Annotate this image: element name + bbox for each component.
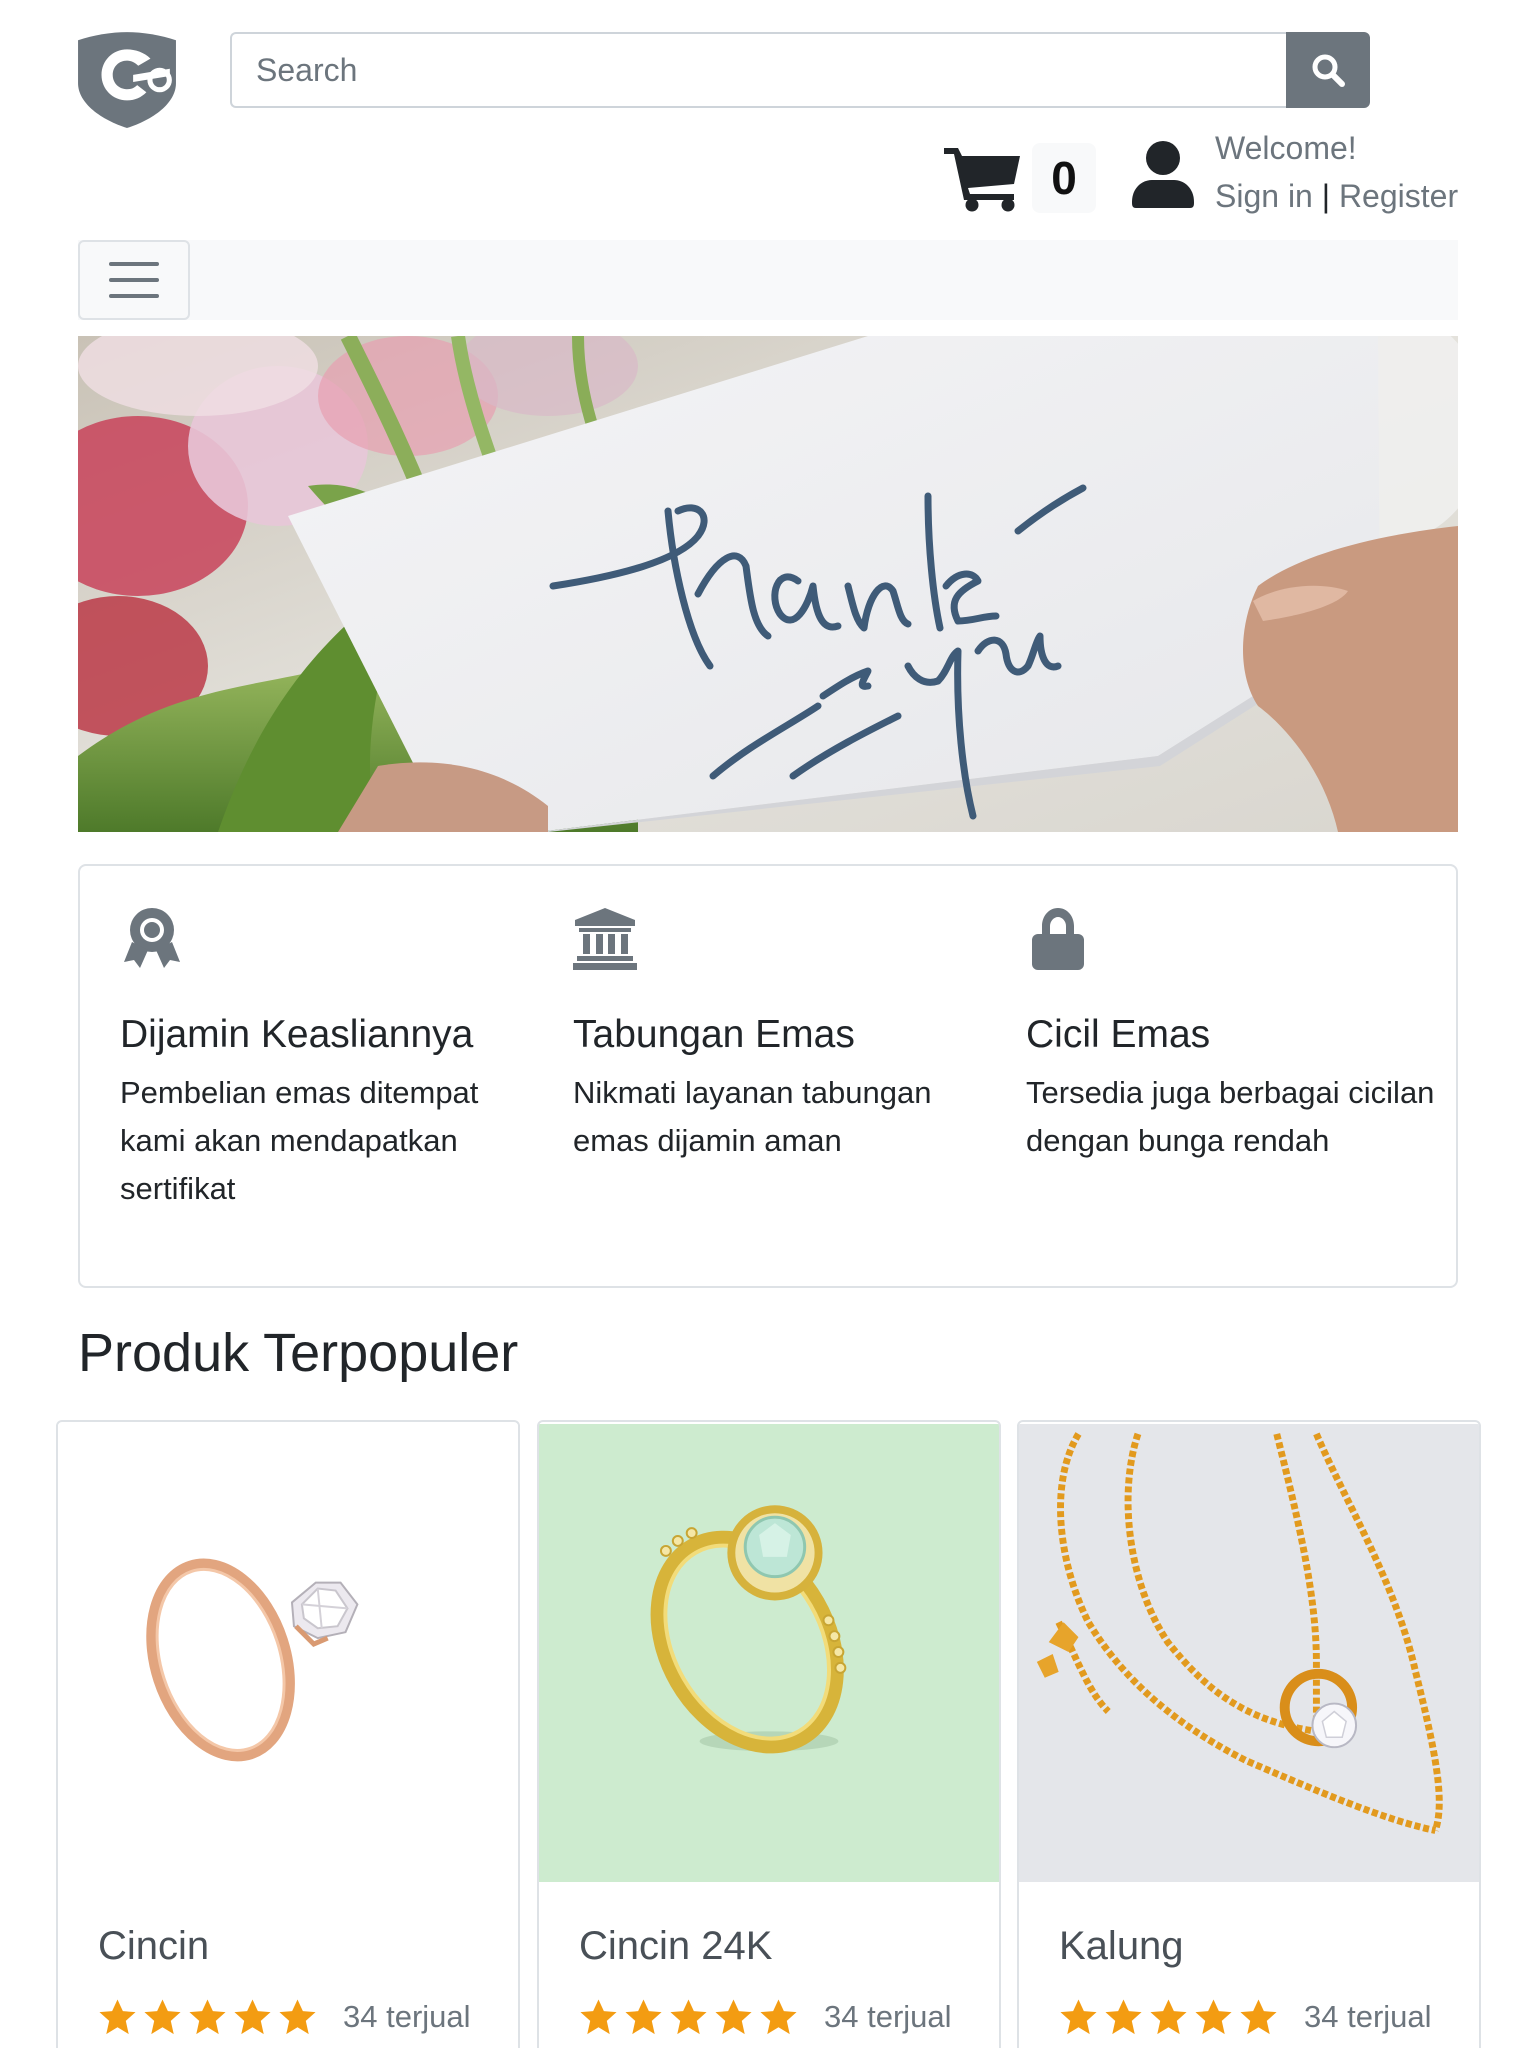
star-icon <box>99 1999 136 2035</box>
navbar <box>78 240 1458 320</box>
product-image-ring-24k <box>539 1423 999 1883</box>
search-bar <box>230 32 1370 108</box>
rating-stars <box>579 1998 798 2036</box>
star-icon <box>279 1999 316 2035</box>
section-title: Produk Terpopuler <box>78 1323 519 1383</box>
rating-stars <box>1059 1998 1278 2036</box>
hero-banner-image <box>78 336 1458 832</box>
feature-installment: Cicil Emas Tersedia juga berbagai cicila… <box>1026 906 1446 1165</box>
star-icon <box>234 1999 271 2035</box>
star-icon <box>625 1999 662 2035</box>
auth-separator: | <box>1321 178 1331 214</box>
search-icon <box>1312 54 1345 87</box>
product-card[interactable]: Cincin 34 terjual <box>56 1420 520 2048</box>
star-icon <box>670 1999 707 2035</box>
auth-links: Sign in | Register <box>1215 178 1458 215</box>
cart-button[interactable]: 0 <box>944 136 1096 220</box>
sold-count: 34 terjual <box>343 1999 471 2034</box>
search-button[interactable] <box>1286 32 1370 108</box>
bank-icon <box>573 908 637 970</box>
product-meta: 34 terjual <box>98 1998 471 2036</box>
product-name: Kalung <box>1059 1924 1184 1968</box>
star-icon <box>760 1999 797 2035</box>
menu-toggle-button[interactable] <box>78 240 190 320</box>
feature-text: Nikmati layanan tabungan emas dijamin am… <box>573 1075 932 1158</box>
star-icon <box>580 1999 617 2035</box>
star-icon <box>1150 1999 1187 2035</box>
feature-authenticity: Dijamin Keasliannya Pembelian emas ditem… <box>120 906 540 1213</box>
product-card[interactable]: Cincin 24K 34 terjual <box>537 1420 1001 2048</box>
product-card[interactable]: Kalung 34 terjual <box>1017 1420 1481 2048</box>
product-meta: 34 terjual <box>579 1998 952 2036</box>
user-icon <box>1132 141 1194 208</box>
star-icon <box>1195 1999 1232 2035</box>
award-icon <box>124 908 180 968</box>
star-icon <box>144 1999 181 2035</box>
feature-title: Dijamin Keasliannya <box>120 1013 474 1056</box>
product-name: Cincin <box>98 1924 210 1968</box>
feature-text: Pembelian emas ditempat kami akan mendap… <box>120 1075 479 1206</box>
search-input[interactable] <box>230 32 1286 108</box>
product-image-ring <box>58 1423 518 1883</box>
product-meta: 34 terjual <box>1059 1998 1432 2036</box>
cart-count-badge: 0 <box>1032 143 1096 213</box>
hamburger-icon-line <box>109 278 159 282</box>
register-link[interactable]: Register <box>1339 178 1458 214</box>
cart-icon <box>944 148 1020 212</box>
star-icon <box>715 1999 752 2035</box>
feature-text: Tersedia juga berbagai cicilan dengan bu… <box>1026 1075 1435 1158</box>
welcome-text: Welcome! <box>1215 130 1357 166</box>
shield-logo[interactable] <box>76 30 178 128</box>
sold-count: 34 terjual <box>1304 1999 1432 2034</box>
lock-icon <box>1032 908 1084 970</box>
features-panel: Dijamin Keasliannya Pembelian emas ditem… <box>78 864 1458 1288</box>
product-name: Cincin 24K <box>579 1924 773 1968</box>
product-image-necklace <box>1019 1423 1479 1883</box>
star-icon <box>1105 1999 1142 2035</box>
star-icon <box>1060 1999 1097 2035</box>
star-icon <box>189 1999 226 2035</box>
feature-title: Tabungan Emas <box>573 1013 855 1056</box>
star-icon <box>1240 1999 1277 2035</box>
hamburger-icon-line <box>109 294 159 298</box>
rating-stars <box>98 1998 317 2036</box>
sign-in-link[interactable]: Sign in <box>1215 178 1313 214</box>
feature-title: Cicil Emas <box>1026 1013 1211 1056</box>
feature-savings: Tabungan Emas Nikmati layanan tabungan e… <box>573 906 993 1165</box>
sold-count: 34 terjual <box>824 1999 952 2034</box>
hamburger-icon-line <box>109 262 159 266</box>
